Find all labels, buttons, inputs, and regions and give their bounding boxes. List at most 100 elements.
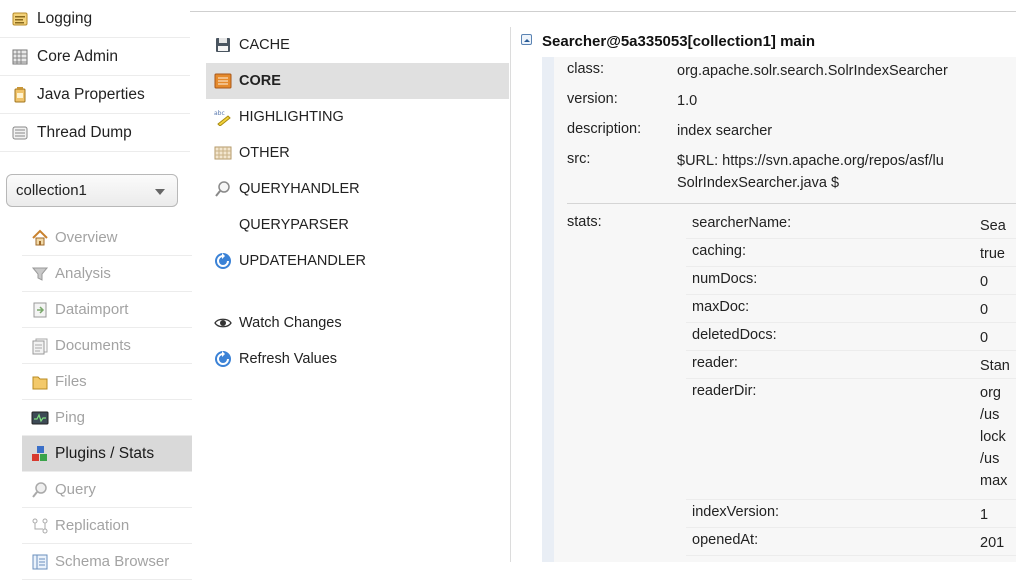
detail-panel: Searcher@5a335053[collection1] main clas…	[510, 27, 1016, 562]
category-label: QUERYHANDLER	[239, 181, 360, 197]
searcher-title: Searcher@5a335053[collection1] main	[542, 32, 816, 50]
thread-dump-icon	[11, 124, 29, 142]
stat-value: true	[980, 246, 1005, 262]
stat-value-line: /us	[980, 451, 1000, 467]
query-icon	[31, 481, 49, 499]
documents-icon	[31, 337, 49, 355]
refresh-values-label: Refresh Values	[239, 351, 338, 367]
core-menu-label: Plugins / Stats	[55, 444, 155, 462]
core-menu-item-query[interactable]: Query	[22, 472, 192, 508]
replication-icon	[31, 517, 49, 535]
floppy-disk-icon	[214, 36, 232, 54]
stat-row-readerdir: readerDir: org /us lock /us max	[686, 379, 1016, 500]
stat-key: searcherName:	[692, 215, 792, 231]
field-value-continued: SolrIndexSearcher.java $	[677, 175, 840, 191]
category-label: UPDATEHANDLER	[239, 253, 367, 269]
watch-changes-button[interactable]: Watch Changes	[206, 305, 509, 341]
searcher-details: class: org.apache.solr.search.SolrIndexS…	[542, 57, 1016, 562]
stat-value: Sea	[980, 218, 1006, 234]
stat-value: 1	[980, 507, 989, 523]
category-other[interactable]: OTHER	[206, 135, 509, 171]
category-updatehandler[interactable]: UPDATEHANDLER	[206, 243, 509, 279]
sidebar-item-thread-dump[interactable]: Thread Dump	[0, 114, 190, 152]
sidebar-item-java-properties[interactable]: Java Properties	[0, 76, 190, 114]
plugins-icon	[31, 445, 49, 463]
field-key: class:	[567, 61, 605, 77]
stat-key: deletedDocs:	[692, 327, 777, 343]
field-value: 1.0	[677, 93, 698, 109]
refresh-values-button[interactable]: Refresh Values	[206, 341, 509, 377]
category-queryhandler[interactable]: QUERYHANDLER	[206, 171, 509, 207]
refresh-icon	[214, 252, 232, 270]
core-menu-label: Overview	[55, 229, 118, 246]
highlighter-icon: abc	[214, 108, 232, 127]
core-menu-label: Replication	[55, 517, 130, 534]
searcher-header[interactable]: Searcher@5a335053[collection1] main	[521, 30, 816, 52]
sidebar-item-core-admin[interactable]: Core Admin	[0, 38, 190, 76]
stat-key: caching:	[692, 243, 747, 259]
stat-key: maxDoc:	[692, 299, 750, 315]
stat-value: 0	[980, 274, 989, 290]
field-key: description:	[567, 121, 642, 137]
eye-icon	[214, 314, 232, 332]
category-core[interactable]: CORE	[206, 63, 509, 99]
field-value: $URL: https://svn.apache.org/repos/asf/l…	[677, 153, 944, 169]
core-menu-item-documents[interactable]: Documents	[22, 328, 192, 364]
core-menu-item-ping[interactable]: Ping	[22, 400, 192, 436]
core-menu-label: Analysis	[55, 265, 111, 282]
admin-menu: Logging Core Admin Java Properties Threa…	[0, 0, 190, 152]
sidebar-item-label: Thread Dump	[37, 123, 132, 141]
core-menu-item-files[interactable]: Files	[22, 364, 192, 400]
watch-changes-label: Watch Changes	[239, 315, 342, 331]
core-menu-item-dataimport[interactable]: Dataimport	[22, 292, 192, 328]
category-queryparser[interactable]: QUERYPARSER	[206, 207, 509, 243]
refresh-icon	[214, 350, 232, 368]
dataimport-icon	[31, 301, 49, 319]
core-menu-label: Files	[55, 373, 87, 390]
core-menu-item-replication[interactable]: Replication	[22, 508, 192, 544]
core-menu-item-overview[interactable]: Overview	[22, 220, 192, 256]
field-key: version:	[567, 91, 618, 107]
stat-key: indexVersion:	[692, 504, 780, 520]
grid-icon	[214, 144, 232, 162]
stat-key: reader:	[692, 355, 738, 371]
stat-value: 201	[980, 535, 1005, 551]
field-value: org.apache.solr.search.SolrIndexSearcher	[677, 63, 948, 79]
stat-row-indexversion: indexVersion: 1	[686, 500, 1016, 528]
category-label: CORE	[239, 73, 281, 89]
core-menu-item-plugins-stats[interactable]: Plugins / Stats	[22, 436, 192, 472]
svg-text:abc: abc	[214, 110, 225, 117]
collapse-icon[interactable]	[521, 34, 532, 45]
core-selector-value: collection1	[16, 182, 87, 199]
top-divider	[190, 11, 1016, 12]
core-selector[interactable]: collection1	[6, 174, 178, 207]
category-cache[interactable]: CACHE	[206, 27, 509, 63]
chevron-down-icon	[155, 189, 165, 195]
core-menu-label: Query	[55, 481, 96, 498]
stat-row-openedat: openedAt: 201	[686, 528, 1016, 556]
field-value: index searcher	[677, 123, 773, 139]
logging-icon	[11, 10, 29, 28]
stats-label: stats:	[567, 214, 602, 230]
analysis-icon	[31, 265, 49, 283]
category-label: OTHER	[239, 145, 290, 161]
category-label: CACHE	[239, 37, 290, 53]
stat-value: 0	[980, 302, 989, 318]
category-highlighting[interactable]: abc HIGHLIGHTING	[206, 99, 509, 135]
stat-row-searchername: searcherName: Sea	[686, 211, 1016, 239]
files-icon	[31, 373, 49, 391]
sidebar-item-label: Java Properties	[37, 85, 145, 103]
core-menu-item-analysis[interactable]: Analysis	[22, 256, 192, 292]
sidebar-item-logging[interactable]: Logging	[0, 0, 190, 38]
field-key: src:	[567, 151, 591, 167]
stat-value-line: lock	[980, 429, 1006, 445]
stat-key: readerDir:	[692, 383, 757, 399]
stat-value-line: /us	[980, 407, 1000, 423]
stat-key: openedAt:	[692, 532, 759, 548]
stat-row-numdocs: numDocs: 0	[686, 267, 1016, 295]
sidebar-item-label: Logging	[37, 9, 93, 27]
stat-row-maxdoc: maxDoc: 0	[686, 295, 1016, 323]
stat-row-reader: reader: Stan	[686, 351, 1016, 379]
core-menu-item-schema-browser[interactable]: Schema Browser	[22, 544, 192, 580]
stat-value: Stan	[980, 358, 1010, 374]
